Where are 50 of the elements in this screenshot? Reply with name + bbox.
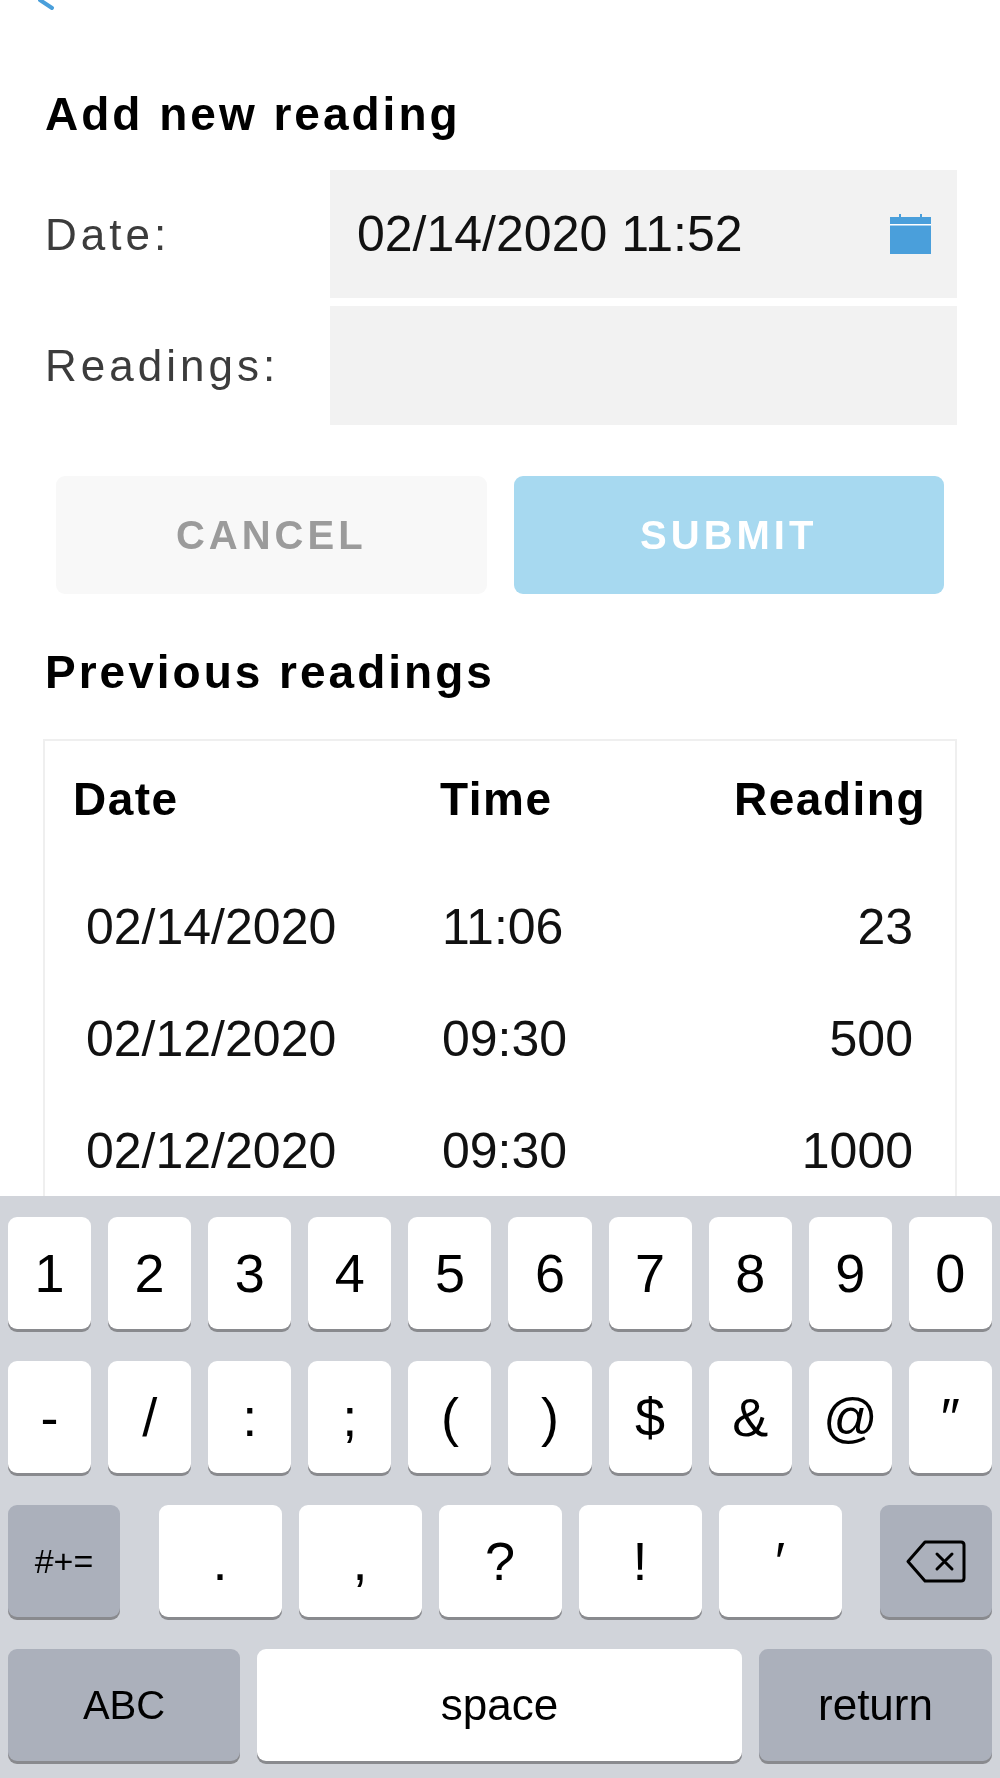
keyboard-key[interactable]: . [158,1505,282,1617]
table-cell: 02/14/2020 [86,901,337,953]
keyboard-key[interactable]: @ [808,1361,892,1473]
keyboard-key[interactable]: 0 [908,1217,992,1329]
keyboard-key[interactable]: $ [608,1361,692,1473]
keyboard-key[interactable]: 6 [508,1217,592,1329]
keyboard-key[interactable]: ? [438,1505,562,1617]
keyboard-key[interactable]: ′ [718,1505,842,1617]
keyboard-key[interactable]: ( [408,1361,492,1473]
space-key[interactable]: space [257,1649,742,1761]
backspace-key[interactable] [880,1505,992,1617]
calendar-icon[interactable] [890,214,931,254]
table-cell: 02/12/2020 [86,1125,337,1177]
table-cell: 02/12/2020 [86,1013,337,1065]
keyboard-key[interactable]: - [8,1361,92,1473]
table-cell: 09:30 [442,1013,568,1065]
keyboard-key[interactable]: , [298,1505,422,1617]
keyboard-key[interactable]: / [108,1361,192,1473]
date-input-field[interactable]: 02/14/2020 11:52 [330,170,957,298]
keyboard-key[interactable]: ) [508,1361,592,1473]
field-label: Date: [45,208,171,260]
table-cell: 1000 [801,1125,913,1177]
table-cell: 23 [857,901,913,953]
keyboard-key[interactable]: ″ [908,1361,992,1473]
symbols-key[interactable]: #+= [8,1505,120,1617]
table-cell: 500 [829,1013,913,1065]
backspace-icon [906,1539,966,1583]
table-cell: 09:30 [442,1125,568,1177]
keyboard-key[interactable]: : [208,1361,292,1473]
column-header: Reading [734,773,926,826]
keyboard-key[interactable]: ; [308,1361,392,1473]
keyboard-key[interactable]: & [708,1361,792,1473]
letters-key[interactable]: ABC [8,1649,240,1761]
section-heading: Previous readings [45,646,495,699]
keyboard-key[interactable]: 8 [708,1217,792,1329]
field-label: Readings: [45,340,280,391]
keyboard-key[interactable]: 7 [608,1217,692,1329]
keyboard-key[interactable]: 1 [8,1217,92,1329]
column-header: Time [440,773,553,826]
table-cell: 11:06 [442,901,564,953]
keyboard-key[interactable]: 9 [808,1217,892,1329]
chevron-icon[interactable] [38,0,56,10]
keyboard-key[interactable]: 3 [208,1217,292,1329]
return-key[interactable]: return [759,1649,992,1761]
section-heading: Add new reading [45,88,461,141]
keyboard-key[interactable]: 2 [108,1217,192,1329]
keyboard-key[interactable]: 4 [308,1217,392,1329]
column-header: Date [73,773,179,826]
keyboard-key[interactable]: 5 [408,1217,492,1329]
keyboard-key[interactable]: ! [578,1505,702,1617]
